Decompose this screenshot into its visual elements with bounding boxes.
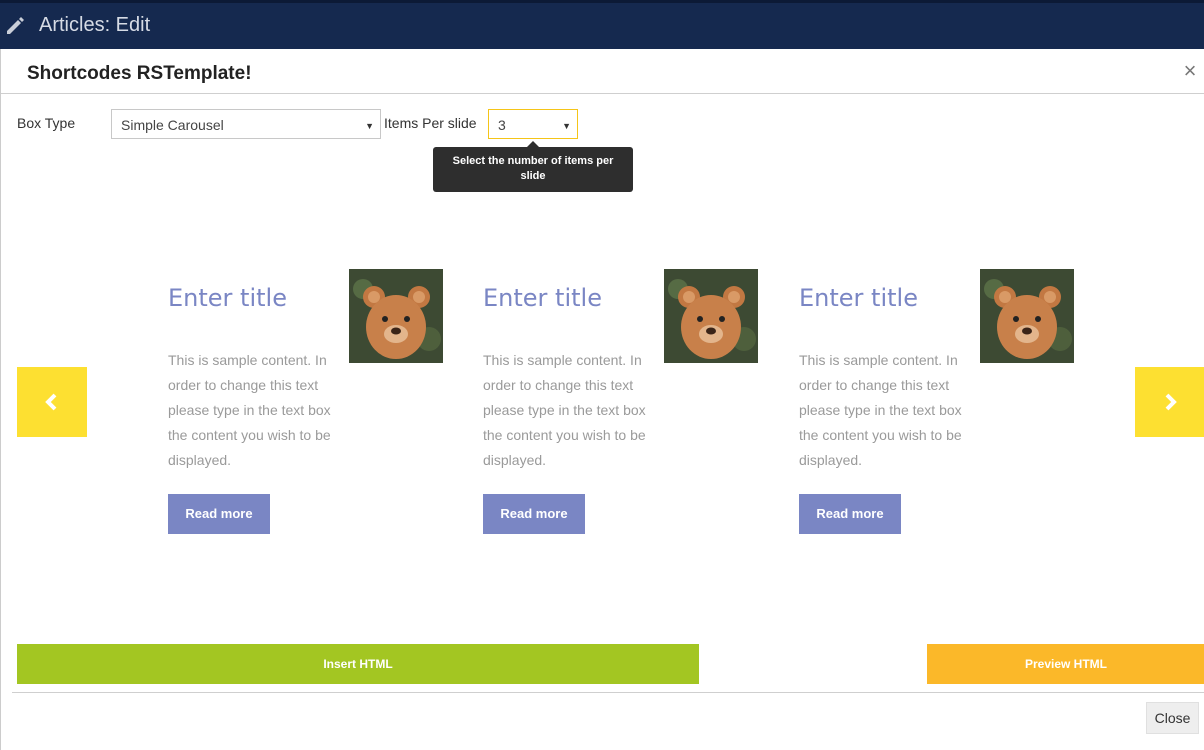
- modal-header: Shortcodes RSTemplate! ×: [1, 49, 1204, 94]
- teddy-bear-image: [349, 269, 443, 363]
- teddy-bear-image: [664, 269, 758, 363]
- insert-html-button[interactable]: Insert HTML: [17, 644, 699, 684]
- shortcodes-modal: Shortcodes RSTemplate! × Box Type Simple…: [0, 49, 1204, 750]
- preview-html-button[interactable]: Preview HTML: [927, 644, 1204, 684]
- modal-title: Shortcodes RSTemplate!: [27, 63, 252, 84]
- card-text: This is sample content. In order to chan…: [168, 352, 331, 468]
- read-more-button[interactable]: Read more: [168, 494, 270, 534]
- top-bar: Articles: Edit: [0, 0, 1204, 49]
- chevron-right-icon: [1165, 393, 1177, 411]
- close-button[interactable]: Close: [1146, 702, 1199, 734]
- box-type-value: Simple Carousel: [121, 117, 224, 133]
- card-title: Enter title: [168, 284, 287, 312]
- teddy-bear-image: [980, 269, 1074, 363]
- carousel-prev-button[interactable]: [17, 367, 87, 437]
- carousel-card: Enter title This is sample content. In o…: [483, 269, 773, 539]
- carousel-next-button[interactable]: [1135, 367, 1204, 437]
- carousel-card: Enter title This is sample content. In o…: [168, 269, 458, 539]
- card-title: Enter title: [483, 284, 602, 312]
- box-type-select[interactable]: Simple Carousel ▼: [111, 109, 381, 139]
- footer-divider: [12, 692, 1204, 693]
- close-icon[interactable]: ×: [1181, 60, 1199, 82]
- card-text: This is sample content. In order to chan…: [483, 352, 646, 468]
- card-text: This is sample content. In order to chan…: [799, 352, 962, 468]
- items-per-slide-value: 3: [498, 117, 506, 133]
- card-title: Enter title: [799, 284, 918, 312]
- pencil-icon: [7, 17, 24, 34]
- carousel-card: Enter title This is sample content. In o…: [799, 269, 1089, 539]
- read-more-button[interactable]: Read more: [799, 494, 901, 534]
- items-per-slide-select[interactable]: 3 ▼: [488, 109, 578, 139]
- chevron-left-icon: [45, 393, 57, 411]
- page-title: Articles: Edit: [39, 14, 151, 36]
- items-per-slide-label: Items Per slide: [384, 115, 477, 131]
- items-per-slide-tooltip: Select the number of items per slide: [433, 141, 633, 192]
- caret-down-icon: ▼: [562, 121, 571, 131]
- caret-down-icon: ▼: [365, 121, 374, 131]
- read-more-button[interactable]: Read more: [483, 494, 585, 534]
- box-type-label: Box Type: [17, 115, 76, 131]
